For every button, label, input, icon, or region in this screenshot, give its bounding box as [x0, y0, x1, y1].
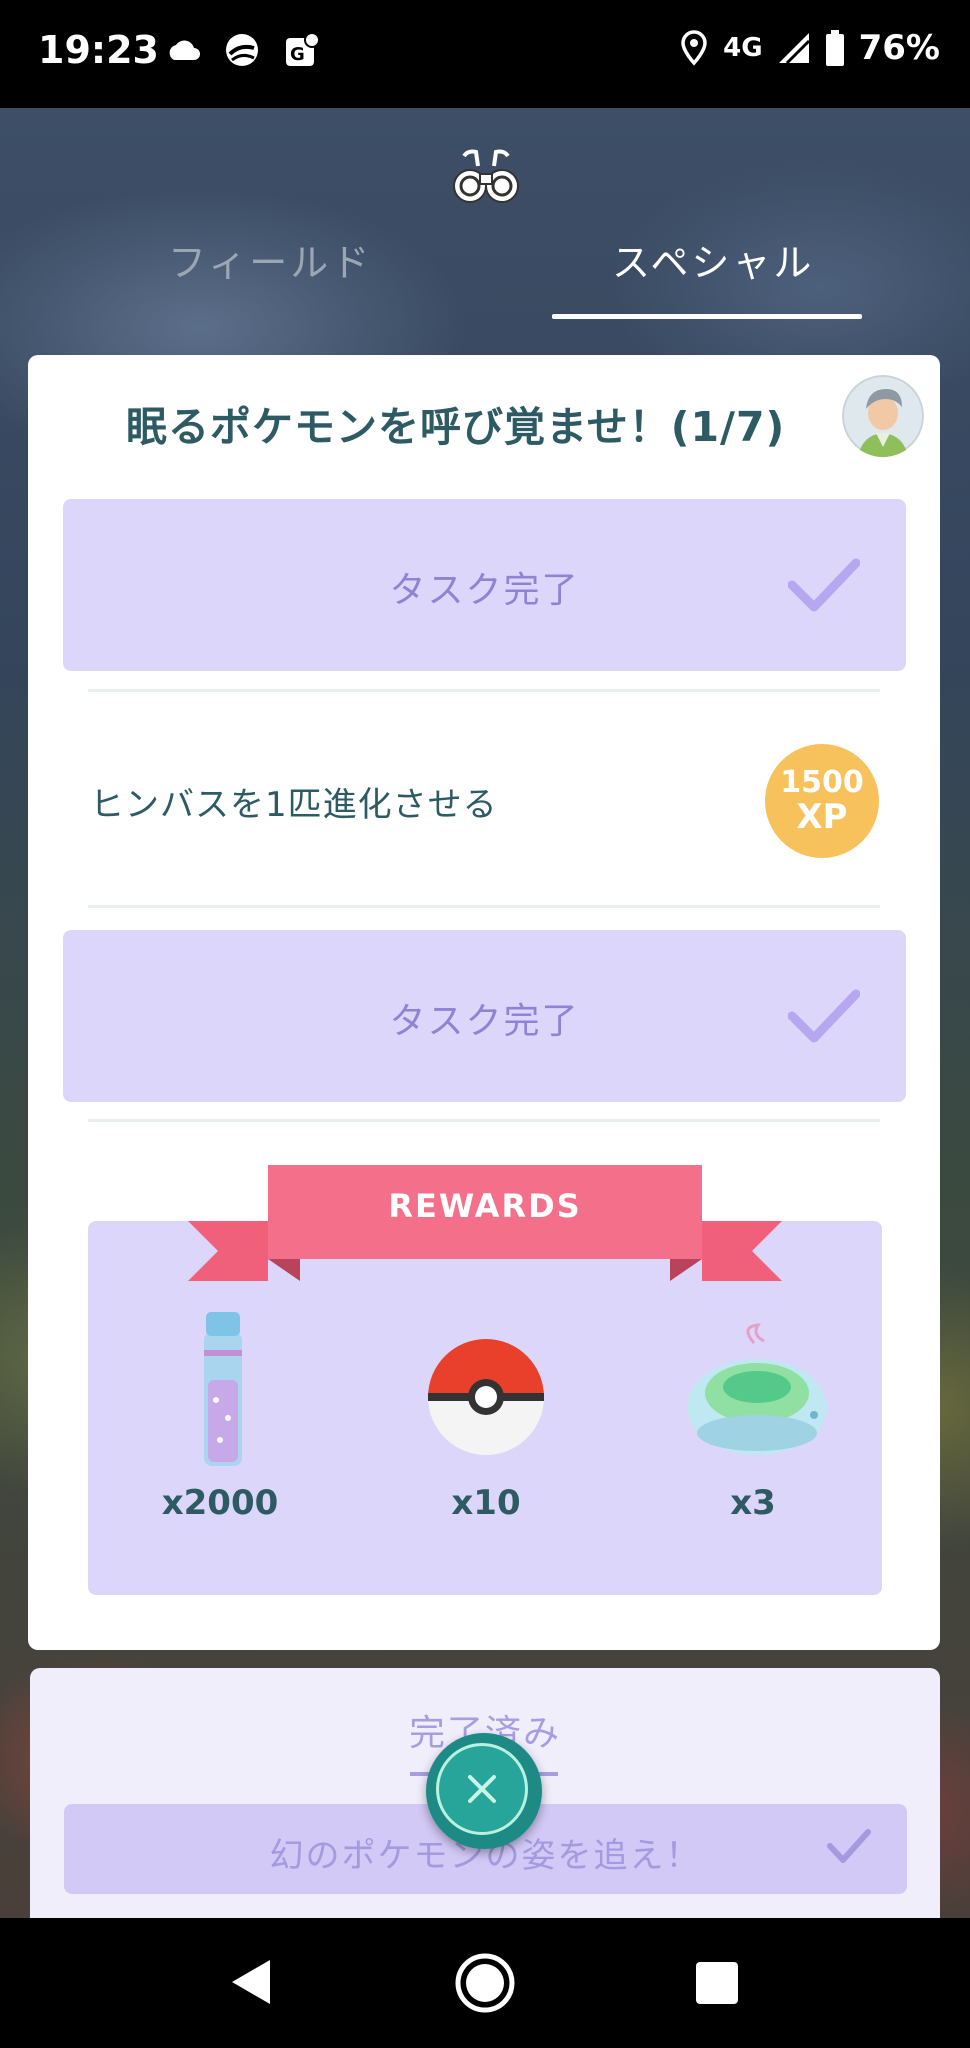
- poke-ball-icon: [428, 1339, 544, 1455]
- reward-quantity: x3: [730, 1483, 776, 1523]
- reward-quantity: x10: [451, 1483, 521, 1523]
- location-icon: [681, 30, 707, 66]
- divider: [88, 905, 880, 908]
- xp-reward-badge[interactable]: 1500 XP: [765, 744, 879, 858]
- close-button-ring: [436, 1743, 528, 1835]
- xp-amount: 1500: [780, 765, 864, 800]
- cloud-icon: [169, 40, 200, 60]
- tab-field[interactable]: フィールド: [168, 232, 372, 287]
- back-icon[interactable]: [228, 1958, 272, 2006]
- clock: 19:23: [38, 28, 159, 72]
- recent-apps-icon[interactable]: [696, 1962, 738, 2004]
- research-title: 眠るポケモンを呼び覚ませ！(1/7): [126, 403, 786, 451]
- task-completed-label: タスク完了: [389, 570, 580, 611]
- task-completed-label: タスク完了: [389, 1001, 580, 1042]
- incense-icon: [687, 1323, 827, 1455]
- sync-icon: [226, 34, 258, 66]
- svg-text:G: G: [290, 44, 305, 65]
- special-research-card: 眠るポケモンを呼び覚ませ！(1/7) タスク完了 ヒンバスを1匹進化させる 15…: [28, 355, 940, 1650]
- signal-icon: [778, 33, 810, 65]
- divider: [88, 1119, 880, 1122]
- system-nav-bar: [0, 1918, 970, 2048]
- active-tab-indicator: [552, 314, 862, 319]
- close-icon: [468, 1775, 496, 1803]
- network-type: 4G: [723, 33, 763, 63]
- tab-special[interactable]: スペシャル: [612, 232, 814, 287]
- divider: [88, 689, 880, 692]
- check-icon: [788, 989, 860, 1043]
- maps-icon: G: [286, 32, 320, 66]
- binoculars-icon: [453, 149, 519, 203]
- home-icon[interactable]: [454, 1952, 516, 2014]
- task-text: ヒンバスを1匹進化させる: [90, 785, 498, 825]
- battery-percent: 76%: [858, 28, 940, 68]
- reward-quantity: x2000: [161, 1483, 279, 1523]
- task-completed-1[interactable]: タスク完了: [63, 499, 906, 671]
- check-icon: [788, 558, 860, 612]
- professor-avatar[interactable]: [842, 375, 924, 457]
- close-button[interactable]: [426, 1733, 542, 1849]
- battery-icon: [825, 30, 844, 66]
- stardust-icon: [204, 1312, 242, 1466]
- task-completed-2[interactable]: タスク完了: [63, 930, 906, 1102]
- check-icon: [827, 1829, 871, 1863]
- status-bar: 19:23 G 4G 76%: [0, 0, 970, 108]
- rewards-title: REWARDS: [388, 1187, 582, 1225]
- xp-unit: XP: [796, 797, 848, 837]
